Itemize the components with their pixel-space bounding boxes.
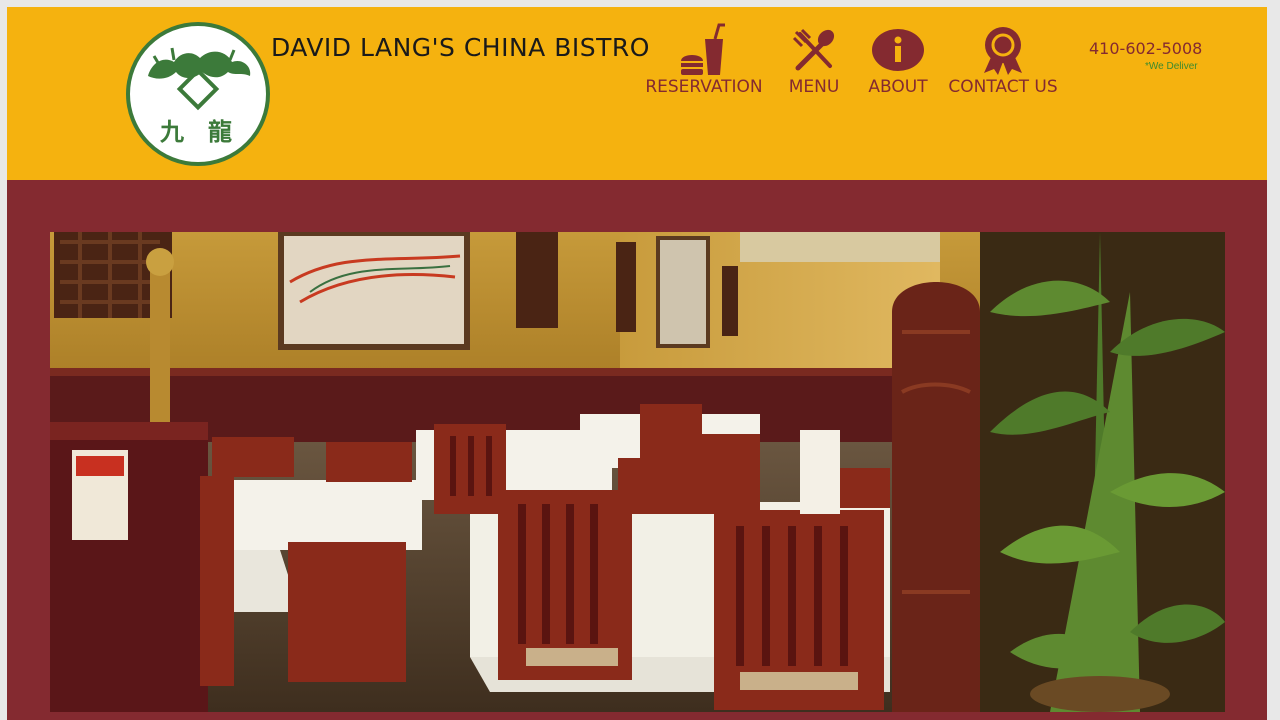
- restaurant-logo[interactable]: 九 龍: [126, 22, 270, 166]
- nav-reservation[interactable]: RESERVATION: [643, 23, 765, 97]
- fork-spoon-icon: [783, 23, 845, 77]
- nav-reservation-label: RESERVATION: [645, 77, 763, 97]
- nav-menu-label: MENU: [788, 77, 840, 97]
- site-header: 九 龍 DAVID LANG'S CHINA BISTRO RESERVATIO…: [7, 7, 1267, 180]
- drink-burger-icon: [643, 23, 765, 77]
- logo-character-1: 九: [160, 117, 184, 146]
- nav-about[interactable]: ABOUT: [865, 23, 931, 97]
- restaurant-interior-photo: [50, 232, 1225, 712]
- info-icon: [865, 23, 931, 77]
- nav-menu[interactable]: MENU: [783, 23, 845, 97]
- dragon-emblem-icon: [148, 47, 251, 111]
- logo-character-2: 龍: [208, 117, 232, 146]
- nav-contact-us[interactable]: CONTACT US: [944, 23, 1062, 97]
- page-frame: 九 龍 DAVID LANG'S CHINA BISTRO RESERVATIO…: [7, 7, 1267, 720]
- award-ribbon-icon: [944, 23, 1062, 77]
- delivery-note: *We Deliver: [1145, 61, 1198, 72]
- phone-number[interactable]: 410-602-5008: [1089, 39, 1202, 58]
- site-title[interactable]: DAVID LANG'S CHINA BISTRO: [271, 33, 650, 62]
- nav-contact-label: CONTACT US: [948, 77, 1058, 97]
- nav-about-label: ABOUT: [868, 77, 928, 97]
